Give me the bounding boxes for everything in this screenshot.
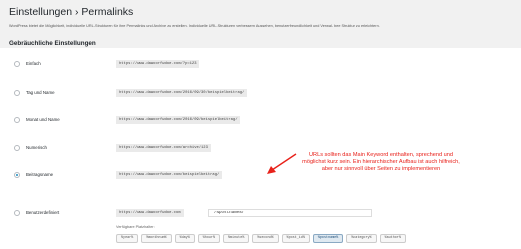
radio-numeric[interactable] (14, 145, 20, 151)
available-tags: %year% %monthnum% %day% %hour% %minute% … (116, 234, 406, 243)
annotation-note: URLs sollten das Main Keyword enthalten,… (302, 152, 460, 172)
tag-post-id[interactable]: %post_id% (281, 234, 310, 243)
radio-day-name[interactable] (14, 90, 20, 96)
radio-month-name[interactable] (14, 117, 20, 123)
arrow-shaft (271, 153, 297, 171)
example-url-plain: https://www.dawoorfwdoe.com/?p=123 (116, 60, 200, 68)
radio-custom[interactable] (14, 210, 20, 216)
option-row-custom[interactable]: Benutzerdefiniert https://www.dawoorfwdo… (0, 209, 521, 219)
tag-category[interactable]: %category% (346, 234, 377, 243)
radio-plain[interactable] (14, 61, 20, 67)
option-row-plain[interactable]: Einfach https://www.dawoorfwdoe.com/?p=1… (0, 60, 521, 70)
example-url-numeric: https://www.dawoorfwdoe.com/archive/123 (116, 144, 211, 152)
option-label-month-name: Monat und Name (26, 117, 60, 122)
example-url-custom: https://www.dawoorfwdoe.com (116, 209, 184, 217)
arrow-head (267, 166, 276, 174)
example-url-post-name: https://www.dawoorfwdoe.com/beispielbeit… (116, 171, 223, 179)
page-title: Einstellungen › Permalinks (9, 6, 134, 18)
intro-text: WordPress bietet die Möglichkeit, indivi… (9, 24, 380, 28)
tag-hour[interactable]: %hour% (197, 234, 220, 243)
option-label-day-name: Tag und Name (26, 90, 55, 95)
option-label-post-name: Beitragsname (26, 172, 54, 177)
tag-second[interactable]: %second% (252, 234, 279, 243)
tag-postname[interactable]: %postname% (312, 234, 344, 243)
tag-year[interactable]: %year% (116, 234, 139, 243)
example-url-day-name: https://www.dawoorfwdoe.com/2016/09/30/b… (116, 89, 248, 97)
tag-day[interactable]: %day% (174, 234, 195, 243)
tag-author[interactable]: %author% (379, 234, 406, 243)
option-row-day-name[interactable]: Tag und Name https://www.dawoorfwdoe.com… (0, 89, 521, 99)
radio-post-name[interactable] (14, 172, 20, 178)
option-row-month-name[interactable]: Monat und Name https://www.dawoorfwdoe.c… (0, 116, 521, 126)
annotation-arrow-icon (267, 153, 297, 174)
example-url-month-name: https://www.dawoorfwdoe.com/2016/09/beis… (116, 116, 241, 124)
option-label-numeric: Numerisch (26, 145, 47, 150)
custom-structure-input[interactable] (208, 209, 372, 217)
tag-monthnum[interactable]: %monthnum% (141, 234, 172, 243)
option-label-plain: Einfach (26, 61, 41, 66)
option-label-custom: Benutzerdefiniert (26, 210, 60, 215)
section-title: Gebräuchliche Einstellungen (9, 40, 96, 47)
available-tags-label: Verfügbare Platzhalter: (116, 225, 155, 229)
tag-minute[interactable]: %minute% (222, 234, 250, 243)
